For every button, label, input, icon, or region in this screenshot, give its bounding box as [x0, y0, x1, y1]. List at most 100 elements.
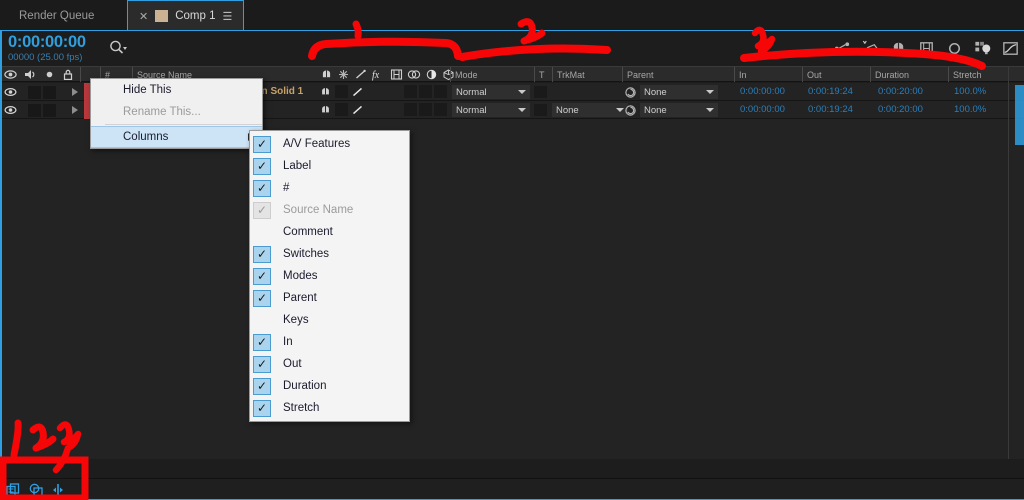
shy-icon[interactable] [320, 68, 333, 81]
vertical-scrollbar[interactable] [1015, 85, 1024, 145]
layer-source-name[interactable]: en Solid 1 [256, 86, 303, 97]
solo-toggle[interactable] [28, 86, 41, 99]
stretch-handle-icon[interactable] [52, 483, 64, 497]
mode-dropdown[interactable]: Normal [452, 103, 530, 117]
checkbox-unchecked-icon[interactable] [253, 312, 271, 329]
close-icon[interactable]: ✕ [139, 10, 148, 23]
column-header-mode[interactable]: Mode [450, 67, 534, 82]
trkmat-dropdown[interactable]: None [552, 103, 628, 117]
tab-render-queue[interactable]: Render Queue [8, 0, 105, 31]
mode-dropdown[interactable]: Normal [452, 85, 530, 99]
column-header-in[interactable]: In [734, 67, 802, 82]
collapse-toggle[interactable] [335, 103, 348, 116]
composition-nav-icon[interactable] [29, 483, 43, 497]
parent-dropdown[interactable]: None [640, 85, 718, 99]
expand-arrow-icon[interactable] [72, 88, 78, 96]
submenu-item-duration[interactable]: ✓ Duration [250, 375, 409, 397]
motion-blur-icon[interactable] [407, 68, 421, 81]
graph-curve-icon[interactable] [1001, 39, 1020, 58]
solo-toggle[interactable] [28, 104, 41, 117]
graph-editor-icon[interactable] [833, 39, 852, 58]
frame-blending-icon[interactable] [917, 39, 936, 58]
lock-icon[interactable] [62, 68, 74, 81]
checkbox-unchecked-icon[interactable] [253, 224, 271, 241]
eye-icon[interactable] [4, 104, 17, 116]
eye-icon[interactable] [4, 86, 17, 98]
solo-icon[interactable] [44, 68, 55, 81]
shy-layers-icon[interactable] [889, 39, 908, 58]
submenu-item-stretch[interactable]: ✓ Stretch [250, 397, 409, 419]
frame-blend-icon[interactable] [390, 68, 403, 81]
submenu-item-parent[interactable]: ✓ Parent [250, 287, 409, 309]
columns-submenu[interactable]: ✓ A/V Features ✓ Label ✓ # ✓ Source Name… [249, 130, 410, 422]
eye-icon[interactable] [4, 68, 17, 81]
trkmat-toggle-cell[interactable] [534, 104, 547, 116]
layer-switches[interactable] [318, 85, 447, 98]
menu-item-hide-this[interactable]: Hide This [91, 79, 262, 148]
column-header-t[interactable]: T [534, 67, 552, 82]
three-d-toggle[interactable] [434, 103, 447, 116]
timeline-layer-area[interactable] [0, 119, 1024, 459]
motion-blur-toggle[interactable] [419, 103, 432, 116]
checkbox-checked-icon[interactable]: ✓ [253, 245, 271, 263]
context-menu[interactable]: Hide This Rename This... Columns [90, 78, 263, 149]
submenu-item-comment[interactable]: Comment [250, 221, 409, 243]
duration-value[interactable]: 0:00:20:00 [878, 86, 923, 97]
checkbox-checked-icon[interactable]: ✓ [253, 179, 271, 197]
parent-pickwhip-icon[interactable] [624, 86, 637, 99]
panel-menu-icon[interactable]: ☰ [223, 10, 233, 23]
submenu-item-av-features[interactable]: ✓ A/V Features [250, 133, 409, 155]
checkbox-checked-icon[interactable]: ✓ [253, 135, 271, 153]
parent-pickwhip-icon[interactable] [624, 104, 637, 117]
column-header-parent[interactable]: Parent [622, 67, 732, 82]
checkbox-checked-icon[interactable]: ✓ [253, 355, 271, 373]
checkbox-checked-icon[interactable]: ✓ [253, 289, 271, 307]
quality-icon[interactable] [354, 68, 367, 81]
search-input[interactable] [108, 39, 128, 57]
out-point-value[interactable]: 0:00:19:24 [808, 104, 853, 115]
in-point-value[interactable]: 0:00:00:00 [740, 104, 785, 115]
row-toggle-boxes[interactable] [28, 86, 56, 99]
effects-icon[interactable]: fx [371, 68, 386, 81]
submenu-item-keys[interactable]: Keys [250, 309, 409, 331]
current-timecode[interactable]: 0:00:00:00 [8, 33, 86, 51]
lock-toggle[interactable] [43, 104, 56, 117]
quality-icon[interactable] [350, 85, 365, 98]
checkbox-checked-icon[interactable]: ✓ [253, 267, 271, 285]
submenu-item-modes[interactable]: ✓ Modes [250, 265, 409, 287]
lock-toggle[interactable] [43, 86, 56, 99]
frame-blend-toggle[interactable] [404, 85, 417, 98]
submenu-item-switches[interactable]: ✓ Switches [250, 243, 409, 265]
adjustment-layer-icon[interactable] [425, 68, 438, 81]
effects-toggle[interactable] [367, 103, 402, 116]
expand-arrow-icon[interactable] [72, 106, 78, 114]
out-point-value[interactable]: 0:00:19:24 [808, 86, 853, 97]
collapse-toggle[interactable] [335, 85, 348, 98]
submenu-item-label[interactable]: ✓ Label [250, 155, 409, 177]
audio-icon[interactable] [24, 68, 37, 81]
menu-item-columns[interactable]: Columns [91, 126, 262, 148]
submenu-item-index[interactable]: ✓ # [250, 177, 409, 199]
trkmat-toggle-cell[interactable] [534, 86, 547, 98]
submenu-item-out[interactable]: ✓ Out [250, 353, 409, 375]
shy-icon[interactable] [318, 103, 333, 116]
checkbox-checked-icon[interactable]: ✓ [253, 377, 271, 395]
parent-dropdown[interactable]: None [640, 103, 718, 117]
stretch-value[interactable]: 100.0% [954, 104, 986, 115]
tab-comp-1[interactable]: ✕ Comp 1 ☰ [127, 0, 245, 31]
layer-switches[interactable] [318, 103, 447, 116]
checkbox-checked-icon[interactable]: ✓ [253, 157, 271, 175]
collapse-transformations-icon[interactable] [337, 68, 350, 81]
stretch-value[interactable]: 100.0% [954, 86, 986, 97]
current-time-display[interactable]: 0:00:00:00 00000 (25.00 fps) [8, 33, 86, 64]
column-header-duration[interactable]: Duration [870, 67, 948, 82]
submenu-item-in[interactable]: ✓ In [250, 331, 409, 353]
brainstorm-icon[interactable] [973, 39, 992, 58]
three-d-toggle[interactable] [434, 85, 447, 98]
draft-3d-icon[interactable] [945, 39, 964, 58]
frame-blend-toggle[interactable] [404, 103, 417, 116]
row-toggle-boxes[interactable] [28, 104, 56, 117]
column-header-stretch[interactable]: Stretch [948, 67, 1008, 82]
checkbox-checked-icon[interactable]: ✓ [253, 333, 271, 351]
in-point-value[interactable]: 0:00:00:00 [740, 86, 785, 97]
